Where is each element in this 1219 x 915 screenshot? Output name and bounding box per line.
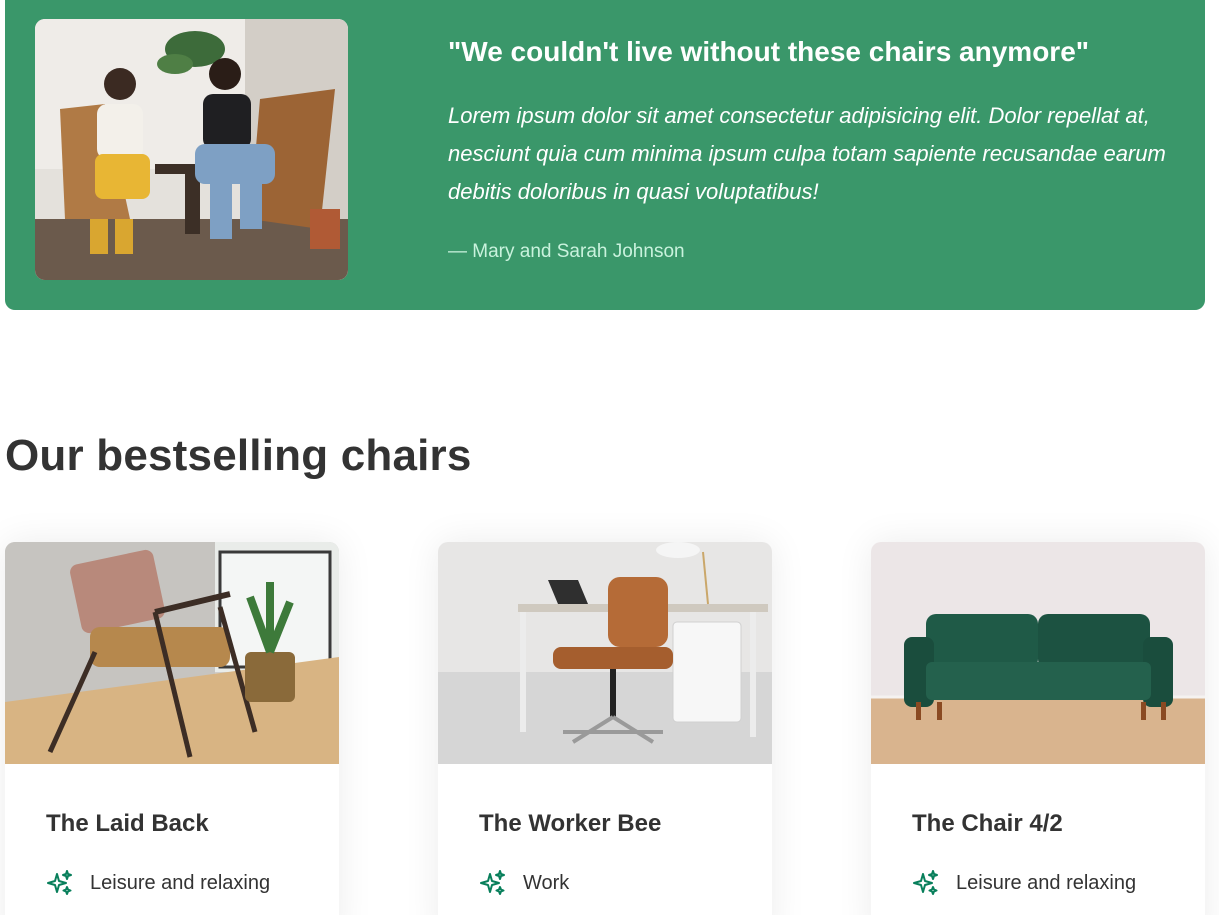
- product-image: [5, 542, 339, 764]
- product-image: [871, 542, 1205, 764]
- product-attribute-label: Work: [523, 871, 570, 894]
- sparkles-icon: [479, 869, 507, 897]
- sparkles-icon: [912, 869, 940, 897]
- product-card-chair-4-2[interactable]: The Chair 4/2 Leisure and relaxing: [871, 542, 1205, 915]
- testimonial-photo: [35, 19, 348, 280]
- product-attribute-label: Leisure and relaxing: [956, 871, 1137, 894]
- product-image: [438, 542, 772, 764]
- product-title[interactable]: The Chair 4/2: [912, 810, 1063, 838]
- testimonial-quote-title: "We couldn't live without these chairs a…: [448, 36, 1090, 67]
- product-attribute-label: Leisure and relaxing: [90, 871, 271, 894]
- product-card-laid-back[interactable]: The Laid Back Leisure and relaxing: [5, 542, 339, 915]
- product-card-worker-bee[interactable]: The Worker Bee Work: [438, 542, 772, 915]
- product-attribute: Work: [479, 869, 569, 897]
- testimonial-section: "We couldn't live without these chairs a…: [5, 0, 1205, 310]
- testimonial-quote-body: Lorem ipsum dolor sit amet consectetur a…: [448, 103, 1166, 204]
- product-attribute: Leisure and relaxing: [46, 869, 270, 897]
- sparkles-icon: [46, 869, 74, 897]
- product-title[interactable]: The Laid Back: [46, 810, 209, 838]
- product-title[interactable]: The Worker Bee: [479, 810, 661, 838]
- testimonial-author: — Mary and Sarah Johnson: [448, 241, 685, 262]
- bestsellers-heading: Our bestselling chairs: [5, 431, 472, 480]
- product-attribute: Leisure and relaxing: [912, 869, 1136, 897]
